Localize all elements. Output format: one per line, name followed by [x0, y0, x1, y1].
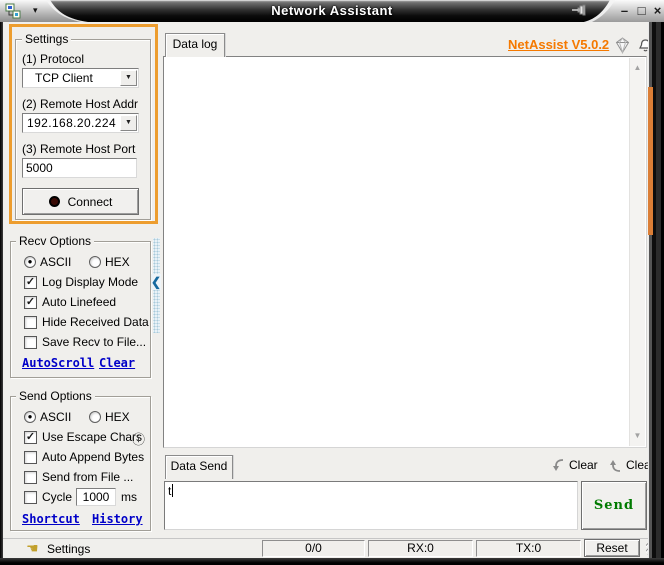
- packet-counter: 0/0: [262, 540, 365, 557]
- window-border-bottom: [0, 558, 664, 565]
- send-button[interactable]: Send: [581, 481, 647, 530]
- hide-received-label: Hide Received Data: [42, 316, 149, 329]
- send-options-label: Send Options: [16, 390, 95, 403]
- info-icon[interactable]: ⓘ: [132, 429, 145, 448]
- gem-icon[interactable]: [614, 37, 631, 54]
- pointing-hand-icon[interactable]: ☛: [26, 541, 39, 555]
- protocol-label: (1) Protocol: [22, 53, 84, 66]
- recv-hex-label: HEX: [105, 256, 130, 269]
- window-border-left: [0, 22, 3, 565]
- protocol-dropdown-icon[interactable]: ▼: [120, 70, 137, 86]
- send-hex-radio[interactable]: [89, 411, 101, 423]
- reset-button[interactable]: Reset: [584, 539, 640, 557]
- cycle-unit-label: ms: [121, 491, 137, 504]
- log-scrollbar[interactable]: ▲ ▼: [629, 58, 645, 446]
- window-title: Network Assistant: [0, 3, 664, 18]
- connect-button-label: Connect: [68, 195, 113, 209]
- arrow-up-icon: [608, 458, 622, 473]
- send-hex-label: HEX: [105, 411, 130, 424]
- text-caret: [172, 484, 173, 497]
- shortcut-link[interactable]: Shortcut: [22, 512, 80, 526]
- send-button-label: Send: [594, 498, 634, 513]
- save-recv-label: Save Recv to File...: [42, 336, 146, 349]
- scroll-up-icon[interactable]: ▲: [630, 64, 645, 72]
- recv-ascii-label: ASCII: [40, 256, 71, 269]
- recv-ascii-radio[interactable]: ●: [24, 256, 36, 268]
- cycle-label: Cycle: [42, 491, 72, 504]
- cycle-interval-input[interactable]: [76, 488, 116, 506]
- escape-chars-checkbox[interactable]: ✓: [24, 431, 37, 444]
- app-window: Network Assistant ▾ – □ × Sett: [0, 0, 664, 565]
- network-tree-icon: [5, 3, 21, 19]
- remote-port-label: (3) Remote Host Port: [22, 143, 135, 156]
- collapse-chevron-icon[interactable]: ❮: [151, 274, 161, 290]
- save-recv-checkbox[interactable]: [24, 336, 37, 349]
- remote-port-input[interactable]: [22, 158, 137, 178]
- clear-recv-label: Clear: [569, 458, 598, 472]
- cycle-checkbox[interactable]: [24, 491, 37, 504]
- send-data-text: t: [168, 484, 171, 498]
- send-data-input[interactable]: t: [164, 481, 578, 530]
- right-edge-highlight-strip: [648, 87, 653, 235]
- connect-status-icon: [49, 196, 60, 207]
- auto-linefeed-checkbox[interactable]: ✓: [24, 296, 37, 309]
- append-bytes-label: Auto Append Bytes: [42, 451, 144, 464]
- netassist-version-link[interactable]: NetAssist V5.0.2: [508, 37, 609, 52]
- log-display-mode-checkbox[interactable]: ✓: [24, 276, 37, 289]
- tab-data-send[interactable]: Data Send: [165, 455, 233, 479]
- append-bytes-checkbox[interactable]: [24, 451, 37, 464]
- protocol-value: TCP Client: [23, 70, 120, 86]
- history-link[interactable]: History: [92, 512, 143, 526]
- close-button[interactable]: ×: [650, 3, 664, 19]
- hide-received-checkbox[interactable]: [24, 316, 37, 329]
- send-from-file-label: Send from File ...: [42, 471, 133, 484]
- minimize-button[interactable]: –: [617, 3, 632, 19]
- escape-chars-label: Use Escape Chars: [42, 431, 142, 444]
- log-display-mode-label: Log Display Mode: [42, 276, 138, 289]
- app-menu-arrow-icon[interactable]: ▾: [33, 5, 38, 16]
- protocol-select[interactable]: TCP Client ▼: [22, 68, 139, 88]
- data-log-output[interactable]: ▲ ▼: [163, 56, 647, 448]
- remote-addr-dropdown-icon[interactable]: ▼: [120, 115, 137, 131]
- rx-counter: RX:0: [368, 540, 473, 557]
- remote-addr-label: (2) Remote Host Addr: [22, 98, 138, 111]
- clear-recv-button[interactable]: Clear: [551, 456, 598, 474]
- remote-addr-value: 192.168.20.224: [23, 115, 120, 131]
- remote-addr-select[interactable]: 192.168.20.224 ▼: [22, 113, 139, 133]
- recv-options-label: Recv Options: [16, 235, 94, 248]
- tab-data-log[interactable]: Data log: [165, 33, 225, 57]
- connect-button[interactable]: Connect: [22, 188, 139, 215]
- recv-clear-link[interactable]: Clear: [99, 356, 135, 370]
- pin-button[interactable]: [571, 3, 587, 19]
- pushpin-icon: [571, 3, 587, 19]
- app-menu-button[interactable]: [5, 3, 21, 19]
- tx-counter: TX:0: [476, 540, 581, 557]
- scroll-down-icon[interactable]: ▼: [630, 432, 645, 440]
- status-settings-label[interactable]: Settings: [47, 543, 90, 556]
- title-bar: Network Assistant ▾ – □ ×: [0, 0, 664, 22]
- arrow-down-icon: [551, 458, 565, 473]
- recv-hex-radio[interactable]: [89, 256, 101, 268]
- autoscroll-link[interactable]: AutoScroll: [22, 356, 94, 370]
- send-from-file-checkbox[interactable]: [24, 471, 37, 484]
- maximize-button[interactable]: □: [634, 3, 649, 19]
- send-ascii-label: ASCII: [40, 411, 71, 424]
- auto-linefeed-label: Auto Linefeed: [42, 296, 116, 309]
- settings-group-label: Settings: [22, 33, 71, 46]
- send-ascii-radio[interactable]: ●: [24, 411, 36, 423]
